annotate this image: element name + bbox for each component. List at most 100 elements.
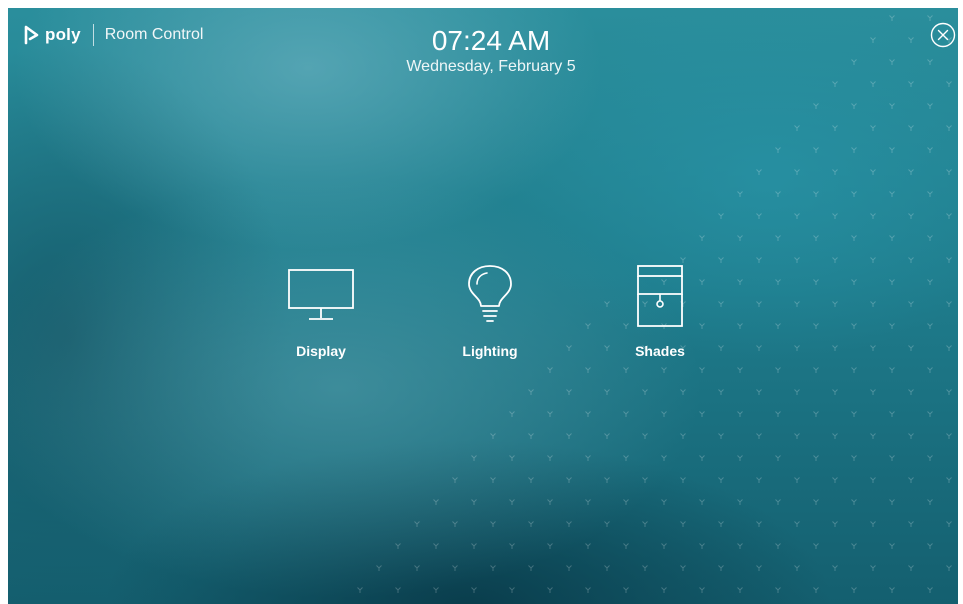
pattern-mark <box>870 301 876 307</box>
pattern-mark <box>604 433 610 439</box>
pattern-mark <box>908 257 914 263</box>
pattern-mark <box>718 389 724 395</box>
pattern-mark <box>946 389 952 395</box>
pattern-mark <box>623 499 629 505</box>
pattern-mark <box>585 411 591 417</box>
pattern-mark <box>946 81 952 87</box>
display-control-button[interactable]: Display <box>266 264 376 374</box>
pattern-mark <box>813 103 819 109</box>
pattern-mark <box>870 433 876 439</box>
pattern-mark <box>775 191 781 197</box>
pattern-mark <box>718 433 724 439</box>
pattern-mark <box>813 279 819 285</box>
pattern-mark <box>756 477 762 483</box>
pattern-mark <box>927 323 933 329</box>
pattern-mark <box>794 257 800 263</box>
pattern-mark <box>661 499 667 505</box>
pattern-mark <box>528 389 534 395</box>
pattern-mark <box>832 169 838 175</box>
pattern-mark <box>471 543 477 549</box>
pattern-mark <box>528 477 534 483</box>
pattern-mark <box>851 147 857 153</box>
pattern-mark <box>927 147 933 153</box>
pattern-mark <box>908 169 914 175</box>
pattern-mark <box>642 389 648 395</box>
pattern-mark <box>851 411 857 417</box>
pattern-mark <box>490 433 496 439</box>
pattern-mark <box>718 257 724 263</box>
pattern-mark <box>585 499 591 505</box>
lighting-control-button[interactable]: Lighting <box>435 264 545 374</box>
pattern-mark <box>908 477 914 483</box>
pattern-mark <box>813 235 819 241</box>
pattern-mark <box>851 499 857 505</box>
pattern-mark <box>718 521 724 527</box>
pattern-mark <box>680 389 686 395</box>
pattern-mark <box>699 411 705 417</box>
pattern-mark <box>737 543 743 549</box>
shades-label: Shades <box>635 343 685 359</box>
pattern-mark <box>452 521 458 527</box>
pattern-mark <box>870 257 876 263</box>
pattern-mark <box>623 543 629 549</box>
pattern-mark <box>756 433 762 439</box>
pattern-mark <box>870 345 876 351</box>
pattern-mark <box>946 345 952 351</box>
pattern-mark <box>794 345 800 351</box>
pattern-mark <box>737 191 743 197</box>
pattern-mark <box>813 455 819 461</box>
pattern-mark <box>775 455 781 461</box>
pattern-mark <box>699 543 705 549</box>
pattern-mark <box>813 411 819 417</box>
pattern-mark <box>395 587 401 593</box>
pattern-mark <box>604 565 610 571</box>
pattern-mark <box>737 587 743 593</box>
clock-date: Wednesday, February 5 <box>406 58 576 75</box>
pattern-mark <box>680 521 686 527</box>
pattern-mark <box>832 257 838 263</box>
pattern-mark <box>642 565 648 571</box>
pattern-mark <box>737 499 743 505</box>
pattern-mark <box>946 169 952 175</box>
pattern-mark <box>813 499 819 505</box>
pattern-mark <box>661 455 667 461</box>
pattern-mark <box>851 323 857 329</box>
pattern-mark <box>718 345 724 351</box>
pattern-mark <box>794 301 800 307</box>
close-button[interactable] <box>930 22 956 48</box>
pattern-mark <box>794 521 800 527</box>
pattern-mark <box>528 433 534 439</box>
display-label: Display <box>296 343 346 359</box>
pattern-mark <box>737 455 743 461</box>
pattern-mark <box>775 279 781 285</box>
pattern-mark <box>813 543 819 549</box>
pattern-mark <box>623 411 629 417</box>
pattern-mark <box>794 433 800 439</box>
shades-control-button[interactable]: Shades <box>605 264 715 374</box>
pattern-mark <box>813 147 819 153</box>
pattern-mark <box>927 411 933 417</box>
pattern-mark <box>927 279 933 285</box>
lighting-label: Lighting <box>462 343 518 359</box>
pattern-mark <box>870 521 876 527</box>
pattern-mark <box>851 543 857 549</box>
pattern-mark <box>585 587 591 593</box>
pattern-mark <box>756 521 762 527</box>
pattern-mark <box>642 477 648 483</box>
pattern-mark <box>566 345 572 351</box>
pattern-mark <box>832 565 838 571</box>
pattern-mark <box>775 543 781 549</box>
pattern-mark <box>775 411 781 417</box>
pattern-mark <box>775 499 781 505</box>
pattern-mark <box>452 565 458 571</box>
pattern-mark <box>756 169 762 175</box>
pattern-mark <box>756 565 762 571</box>
pattern-mark <box>775 587 781 593</box>
pattern-mark <box>737 411 743 417</box>
pattern-mark <box>395 543 401 549</box>
pattern-mark <box>566 565 572 571</box>
pattern-mark <box>756 257 762 263</box>
pattern-mark <box>756 301 762 307</box>
pattern-mark <box>889 543 895 549</box>
clock-time: 07:24 AM <box>431 25 551 56</box>
